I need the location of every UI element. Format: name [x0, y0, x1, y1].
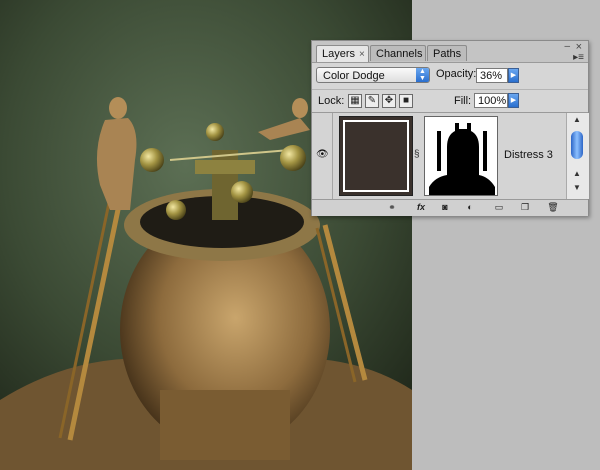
- fill-field[interactable]: 100%: [474, 93, 508, 108]
- scroll-up-lower-icon[interactable]: ▲: [570, 169, 584, 181]
- lock-position-icon[interactable]: ✥: [382, 94, 396, 108]
- tab-paths[interactable]: Paths: [427, 45, 467, 61]
- layer-thumbnail[interactable]: [339, 116, 413, 196]
- visibility-cell[interactable]: 👁: [312, 113, 333, 199]
- tab-channels-label: Channels: [376, 48, 423, 60]
- opacity-slider-button[interactable]: ▶: [508, 68, 519, 83]
- opacity-value: 36%: [480, 70, 503, 82]
- layer-thumbnail-selection: [343, 120, 409, 192]
- blend-mode-value: Color Dodge: [323, 70, 385, 82]
- new-layer-icon[interactable]: ❐: [516, 201, 534, 214]
- layers-list: 👁 § Distress 3: [312, 113, 566, 200]
- lock-image-pixels-icon[interactable]: ✎: [365, 94, 379, 108]
- blend-opacity-row: Color Dodge ▲ ▼ Opacity: 36% ▶: [312, 63, 588, 90]
- opacity-field[interactable]: 36%: [476, 68, 508, 83]
- chain-link-icon[interactable]: §: [414, 149, 422, 163]
- panel-bottom-bar: ⚭ fx ◙ ◐ ▭ ❐ 🗑: [312, 199, 588, 216]
- layer-name[interactable]: Distress 3: [504, 149, 553, 161]
- scroll-down-icon[interactable]: ▼: [570, 183, 584, 195]
- adjustment-icon[interactable]: ◐: [460, 201, 480, 214]
- fill-label: Fill:: [454, 95, 472, 107]
- layer-row[interactable]: 👁 § Distress 3: [312, 113, 566, 200]
- link-layers-icon[interactable]: ⚭: [382, 201, 402, 214]
- fx-icon[interactable]: fx: [410, 201, 432, 214]
- panel-tab-bar: Layers × Channels Paths ‒ × ▸≡: [312, 41, 588, 63]
- layer-mask-thumbnail[interactable]: [424, 116, 498, 196]
- tab-paths-label: Paths: [433, 48, 462, 60]
- lock-transparency-icon[interactable]: ▦: [348, 94, 362, 108]
- folder-icon[interactable]: ▭: [490, 201, 508, 214]
- tab-close-icon[interactable]: ×: [359, 49, 365, 60]
- fill-value: 100%: [478, 95, 507, 107]
- opacity-label: Opacity:: [436, 68, 477, 80]
- mask-silhouette: [429, 123, 495, 195]
- tab-layers-label: Layers: [322, 48, 356, 60]
- select-arrows-icon: ▲ ▼: [416, 68, 429, 82]
- lock-label: Lock:: [318, 95, 345, 107]
- scroll-up-icon[interactable]: ▲: [570, 115, 584, 127]
- layers-scrollbar[interactable]: ▲ ▲ ▼: [566, 113, 589, 199]
- eye-icon[interactable]: 👁: [316, 149, 329, 161]
- scroll-thumb[interactable]: [571, 131, 583, 159]
- fill-slider-button[interactable]: ▶: [508, 93, 519, 108]
- lock-fill-row: Lock: ▦ ✎ ✥ ■ Fill: 100% ▶: [312, 90, 588, 113]
- tab-channels[interactable]: Channels: [370, 45, 426, 61]
- panel-collapse-icon[interactable]: ‒: [564, 41, 570, 52]
- layers-panel: Layers × Channels Paths ‒ × ▸≡ Color Dodg…: [311, 40, 589, 216]
- tab-layers[interactable]: Layers ×: [316, 45, 369, 62]
- mask-icon[interactable]: ◙: [436, 201, 454, 214]
- trash-icon[interactable]: 🗑: [544, 201, 562, 214]
- panel-menu-icon[interactable]: ▸≡: [573, 52, 584, 63]
- lock-all-icon[interactable]: ■: [399, 94, 413, 108]
- blend-mode-select[interactable]: Color Dodge ▲ ▼: [316, 67, 430, 83]
